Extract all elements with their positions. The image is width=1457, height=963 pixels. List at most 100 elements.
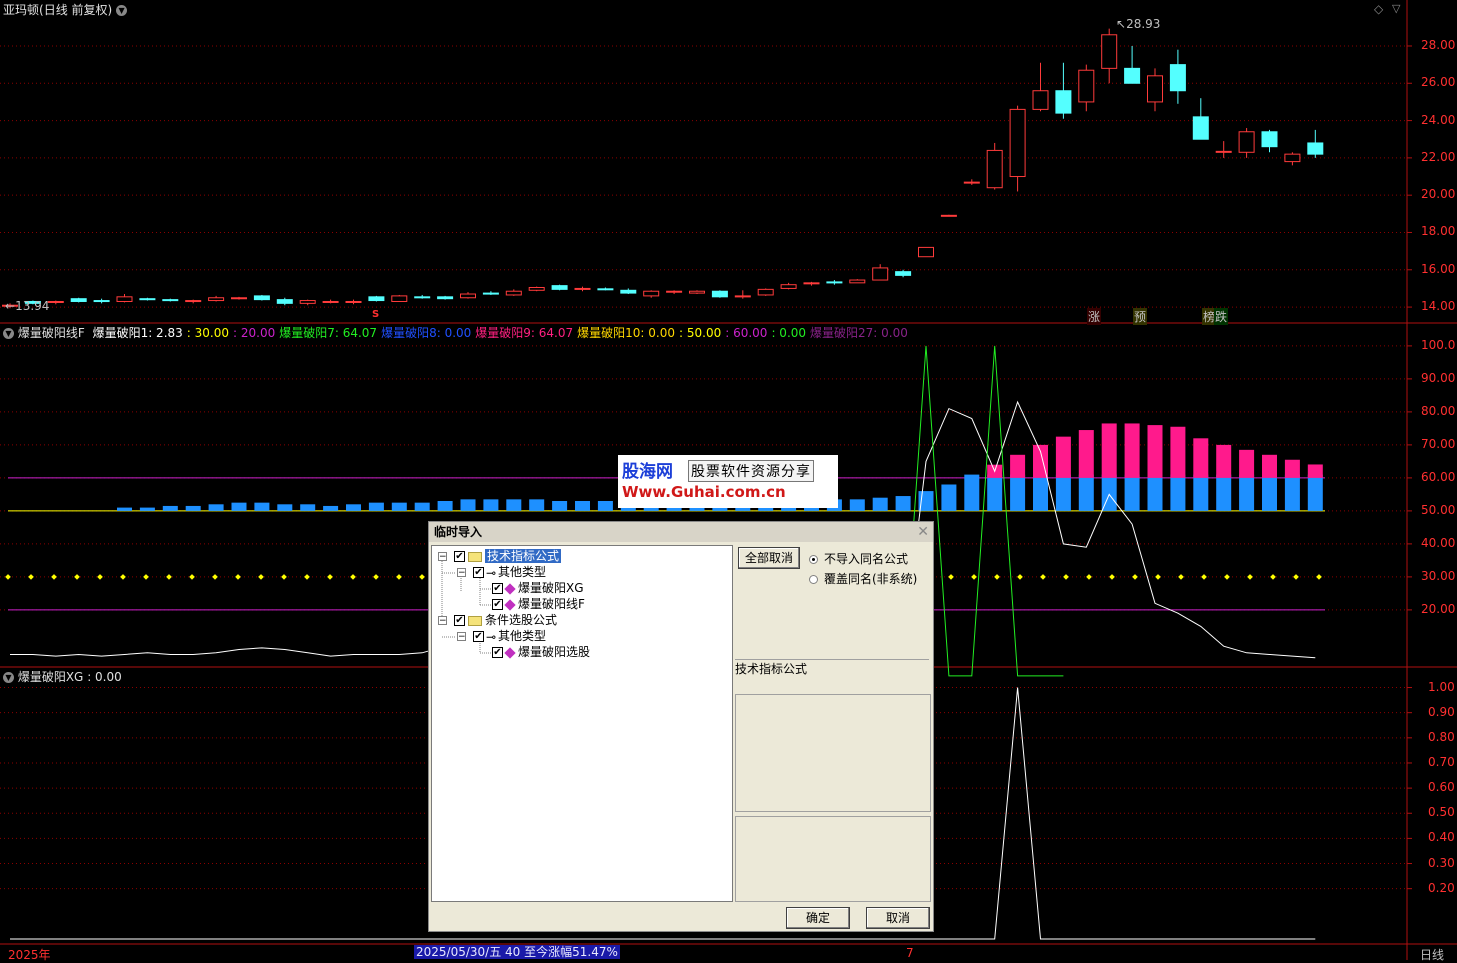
bar-blue bbox=[872, 497, 888, 511]
dot-marker bbox=[281, 574, 287, 580]
key-icon: ⊸ bbox=[485, 565, 497, 580]
description-box[interactable] bbox=[735, 694, 931, 812]
chevron-down-icon[interactable]: ▽ bbox=[1392, 2, 1400, 15]
signal-legend[interactable]: ▼ 爆量破阳XG : 0.00 bbox=[3, 668, 122, 685]
bar-blue bbox=[552, 501, 568, 511]
candle bbox=[1009, 108, 1026, 178]
marker-fall[interactable]: 跌 bbox=[1214, 308, 1229, 325]
candle bbox=[345, 300, 362, 303]
indicator-tick-label: 30.00 bbox=[1421, 568, 1456, 583]
collapse-toggle[interactable]: − bbox=[438, 552, 447, 562]
price-tick-label: 16.00 bbox=[1421, 261, 1456, 276]
tree-node-select-stock[interactable]: ✔ 爆量破阳选股 bbox=[492, 644, 590, 660]
price-tick-label: 28.00 bbox=[1421, 37, 1456, 52]
dialog-title[interactable]: 临时导入 bbox=[429, 522, 933, 542]
bar-pink bbox=[1078, 430, 1094, 478]
dot-marker bbox=[1086, 574, 1092, 580]
candle bbox=[734, 295, 751, 298]
candle bbox=[872, 267, 889, 281]
clear-all-button[interactable]: 全部取消 bbox=[738, 547, 800, 569]
bar-blue bbox=[1147, 474, 1163, 511]
bar-blue bbox=[117, 507, 132, 511]
close-icon[interactable]: ✕ bbox=[917, 524, 929, 540]
dot-marker bbox=[971, 574, 977, 580]
collapse-toggle[interactable]: − bbox=[438, 616, 447, 626]
candle bbox=[1215, 150, 1232, 153]
candle bbox=[276, 299, 293, 304]
checkbox-checked-icon[interactable]: ✔ bbox=[473, 567, 484, 578]
checkbox-checked-icon[interactable]: ✔ bbox=[454, 551, 465, 562]
tree-node-other-type-2[interactable]: ✔ ⊸ 其他类型 bbox=[473, 628, 546, 644]
chevron-down-icon[interactable]: ▼ bbox=[3, 328, 14, 339]
radio-empty-icon[interactable] bbox=[809, 575, 818, 584]
bar-pink bbox=[1239, 449, 1255, 478]
tree-node-line-f[interactable]: ✔ 爆量破阳线F bbox=[492, 596, 585, 612]
ok-button[interactable]: 确定 bbox=[786, 907, 850, 929]
price-tick-label: 14.00 bbox=[1421, 299, 1456, 314]
watermark-brand: 股海网 bbox=[622, 462, 673, 482]
period-label[interactable]: 日线 bbox=[1420, 946, 1444, 963]
import-dialog[interactable]: 临时导入 ✕ − ✔ 技术指标公式 − ✔ ⊸ 其他类型 ✔ 爆量破阳XG ✔ … bbox=[428, 521, 934, 932]
checkbox-checked-icon[interactable]: ✔ bbox=[492, 599, 503, 610]
signal-tick-label: 0.90 bbox=[1428, 704, 1455, 719]
dot-marker bbox=[51, 574, 57, 580]
arrow-icon: ← bbox=[5, 299, 16, 313]
tree-node-xg[interactable]: ✔ 爆量破阳XG bbox=[492, 580, 584, 596]
collapse-toggle[interactable]: − bbox=[457, 568, 466, 578]
candle bbox=[757, 288, 774, 296]
radio-selected-icon[interactable] bbox=[809, 555, 818, 564]
formula-tree[interactable]: − ✔ 技术指标公式 − ✔ ⊸ 其他类型 ✔ 爆量破阳XG ✔ 爆量破阳线F − ✔ 条件… bbox=[431, 545, 733, 902]
candle bbox=[116, 296, 133, 302]
chevron-down-icon[interactable]: ▼ bbox=[3, 672, 14, 683]
bar-blue bbox=[1307, 474, 1323, 511]
stock-title-bar[interactable]: 亚玛顿(日线 前复权) ▼ bbox=[3, 1, 128, 18]
diamond-icon[interactable]: ◇ bbox=[1374, 2, 1383, 16]
signal-tick-label: 0.50 bbox=[1428, 805, 1455, 820]
detail-box[interactable] bbox=[735, 816, 931, 902]
dot-marker bbox=[304, 574, 310, 580]
dot-marker bbox=[1063, 574, 1069, 580]
indicator-legend[interactable]: ▼ 爆量破阳线F 爆量破阳1: 2.83: 30.00: 20.00 爆量破阳7:… bbox=[3, 324, 908, 341]
stock-name: 亚玛顿 bbox=[3, 3, 40, 17]
candle bbox=[162, 299, 179, 302]
candle bbox=[437, 296, 454, 300]
candle bbox=[70, 298, 87, 302]
candle bbox=[1238, 131, 1255, 153]
candle bbox=[185, 300, 202, 303]
checkbox-checked-icon[interactable]: ✔ bbox=[492, 647, 503, 658]
cancel-button[interactable]: 取消 bbox=[866, 907, 930, 929]
bar-pink bbox=[1124, 423, 1140, 478]
dot-marker bbox=[97, 574, 103, 580]
bar-pink bbox=[1193, 438, 1209, 478]
candle bbox=[643, 290, 660, 297]
indicator-tick-label: 80.00 bbox=[1421, 403, 1456, 418]
tree-node-tech-formula[interactable]: ✔ 技术指标公式 bbox=[454, 548, 562, 564]
bar-pink bbox=[1010, 454, 1026, 478]
indicator-name: 爆量破阳线F bbox=[17, 326, 85, 340]
dot-marker bbox=[373, 574, 379, 580]
checkbox-checked-icon[interactable]: ✔ bbox=[492, 583, 503, 594]
range-info[interactable]: 2025/05/30/五 40 至今涨幅51.47% bbox=[414, 945, 620, 959]
legend-item: : 0.00 bbox=[771, 326, 807, 340]
candle bbox=[1124, 67, 1141, 84]
tree-node-other-type[interactable]: ✔ ⊸ 其他类型 bbox=[473, 564, 546, 580]
bar-blue bbox=[1239, 474, 1255, 511]
bar-blue bbox=[1033, 474, 1048, 511]
tree-node-stock-select[interactable]: ✔ 条件选股公式 bbox=[454, 612, 557, 628]
radio-overwrite[interactable]: 覆盖同名(非系统) bbox=[809, 570, 917, 587]
collapse-toggle[interactable]: − bbox=[457, 632, 466, 642]
candle bbox=[803, 282, 820, 285]
marker-rise[interactable]: 涨 bbox=[1087, 308, 1102, 325]
candle bbox=[574, 287, 591, 290]
candle bbox=[482, 292, 499, 295]
legend-item: 爆量破阳8: 0.00 bbox=[381, 326, 472, 340]
chevron-down-icon[interactable]: ▼ bbox=[116, 5, 128, 16]
checkbox-checked-icon[interactable]: ✔ bbox=[454, 615, 465, 626]
marker-forecast[interactable]: 预 bbox=[1133, 308, 1148, 325]
candle bbox=[505, 290, 522, 296]
dot-marker bbox=[1178, 574, 1184, 580]
bar-blue bbox=[300, 504, 316, 511]
checkbox-checked-icon[interactable]: ✔ bbox=[473, 631, 484, 642]
bar-blue bbox=[941, 484, 957, 511]
radio-no-import[interactable]: 不导入同名公式 bbox=[809, 550, 908, 567]
